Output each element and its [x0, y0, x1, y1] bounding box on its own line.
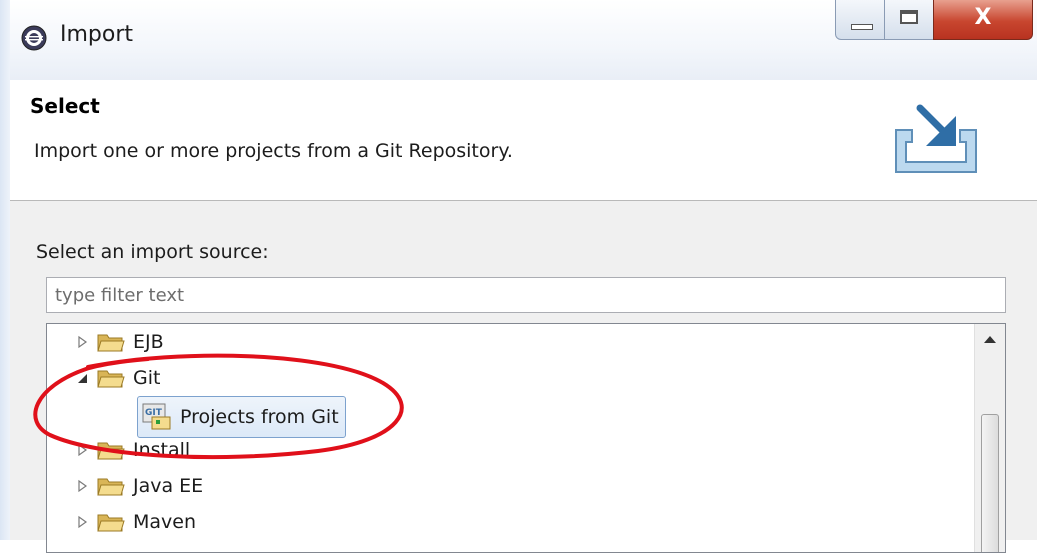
expand-arrow-icon[interactable] — [75, 443, 89, 457]
title-bar: Import X — [10, 0, 1037, 80]
import-source-label: Select an import source: — [36, 241, 269, 263]
import-source-tree[interactable]: EJB Git GIT Projects from Git Install Ja… — [46, 323, 1006, 553]
folder-icon — [97, 442, 125, 460]
tree-item-java-ee[interactable]: Java EE — [75, 468, 203, 504]
tree-item-git[interactable]: Git — [75, 360, 160, 396]
tree-item-ejb[interactable]: EJB — [75, 324, 164, 360]
wizard-header: Select Import one or more projects from … — [10, 80, 1037, 201]
maximize-button[interactable] — [884, 0, 934, 40]
window-title: Import — [60, 22, 134, 47]
tree-item-label: Java EE — [133, 475, 204, 497]
minimize-button[interactable] — [835, 0, 885, 40]
tree-item-install[interactable]: Install — [75, 432, 190, 468]
tree-item-maven[interactable]: Maven — [75, 504, 196, 540]
background-window-edge — [0, 0, 10, 540]
minimize-icon — [851, 24, 873, 30]
collapse-arrow-icon[interactable] — [75, 371, 89, 385]
tree-item-label: Maven — [133, 511, 197, 533]
scroll-up-arrow-icon[interactable] — [984, 336, 996, 343]
wizard-content: Select an import source: EJB Git — [10, 201, 1037, 553]
maximize-icon — [900, 10, 918, 24]
page-description: Import one or more projects from a Git R… — [34, 140, 513, 162]
tree-item-label: Projects from Git — [180, 406, 339, 428]
scroll-thumb[interactable] — [981, 414, 999, 552]
tree-item-label: Install — [133, 439, 191, 461]
folder-icon — [97, 478, 125, 496]
page-title: Select — [30, 94, 100, 118]
eclipse-app-icon — [21, 25, 47, 51]
expand-arrow-icon[interactable] — [75, 335, 89, 349]
vertical-scrollbar[interactable] — [974, 324, 1005, 552]
tree-item-label: EJB — [133, 331, 164, 353]
filter-input[interactable] — [46, 277, 1006, 313]
folder-icon — [97, 514, 125, 532]
close-button[interactable]: X — [933, 0, 1033, 40]
expand-arrow-icon[interactable] — [75, 515, 89, 529]
tree-item-label: Git — [133, 367, 161, 389]
folder-open-icon — [97, 370, 125, 388]
git-project-icon: GIT — [142, 403, 171, 430]
folder-icon — [97, 334, 125, 352]
expand-arrow-icon[interactable] — [75, 479, 89, 493]
close-icon: X — [974, 5, 992, 30]
import-wizard-icon — [895, 104, 977, 173]
